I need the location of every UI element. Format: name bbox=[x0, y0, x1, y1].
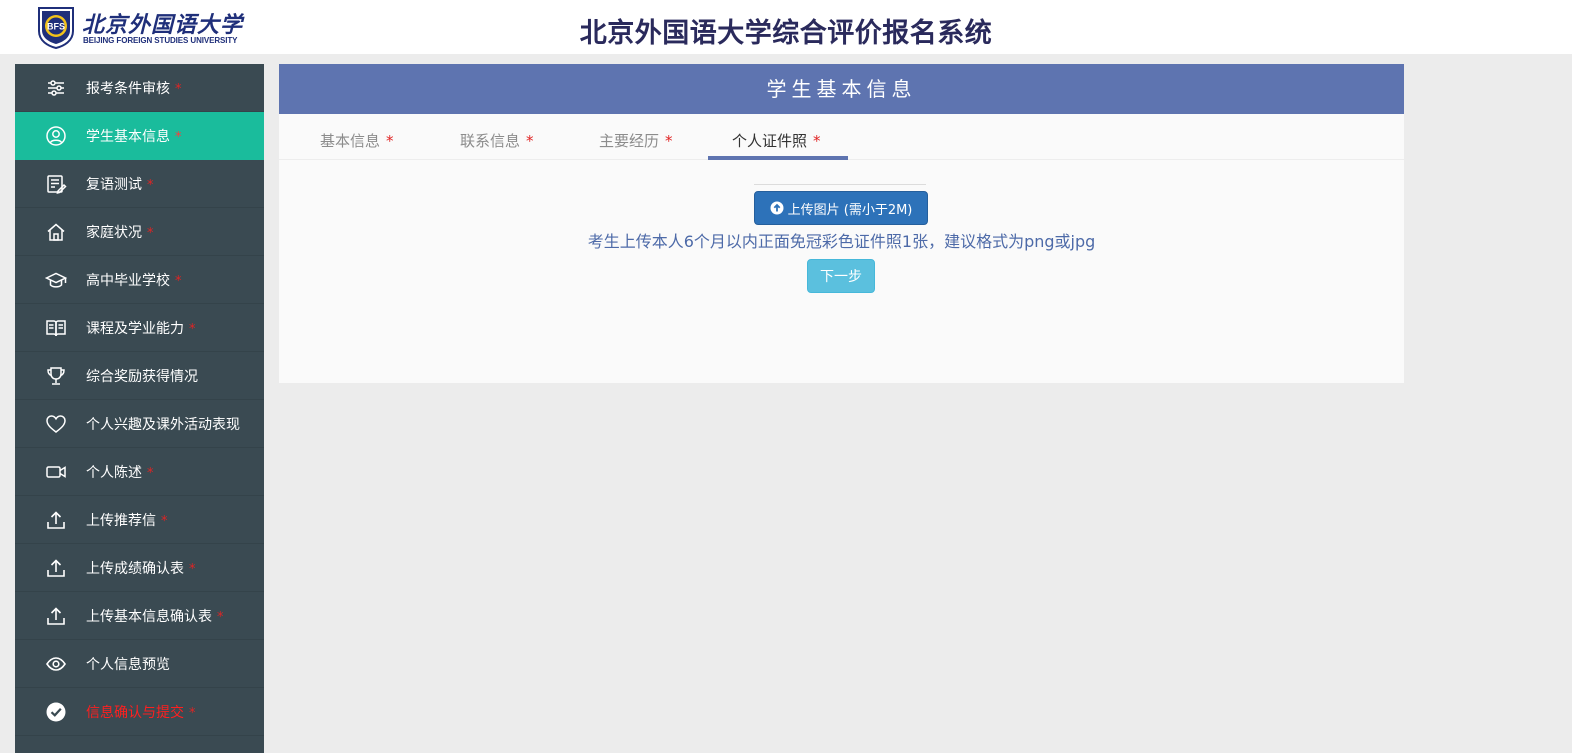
sidebar-item-personal-statement[interactable]: 个人陈述 * bbox=[15, 448, 264, 496]
tab-id-photo[interactable]: 个人证件照 * bbox=[732, 130, 821, 151]
required-mark: * bbox=[189, 322, 196, 337]
required-mark: * bbox=[526, 132, 534, 150]
sidebar-item-label: 综合奖励获得情况 bbox=[86, 369, 198, 385]
sidebar-item-label: 个人信息预览 bbox=[86, 657, 170, 673]
required-mark: * bbox=[386, 132, 394, 150]
next-step-button[interactable]: 下一步 bbox=[807, 259, 875, 293]
active-tab-indicator bbox=[708, 156, 848, 160]
sidebar-item-label: 报考条件审核 * bbox=[86, 81, 182, 97]
upload-button-label: 上传图片 (需小于2M) bbox=[787, 202, 913, 218]
sidebar-item-interests[interactable]: 个人兴趣及课外活动表现 bbox=[15, 400, 264, 448]
upload-hint-text: 考生上传本人6个月以内正面免冠彩色证件照1张，建议格式为png或jpg bbox=[587, 232, 1096, 251]
trophy-icon bbox=[45, 365, 67, 387]
top-header: BFS 北京外国语大学 BEIJING FOREIGN STUDIES UNIV… bbox=[0, 0, 1572, 54]
sidebar-item-high-school[interactable]: 高中毕业学校 * bbox=[15, 256, 264, 304]
required-mark: * bbox=[813, 132, 821, 150]
sidebar-item-label: 高中毕业学校 * bbox=[86, 273, 182, 289]
required-mark: * bbox=[147, 466, 154, 481]
graduation-cap-icon bbox=[45, 269, 67, 291]
required-mark: * bbox=[175, 274, 182, 289]
sidebar-item-awards[interactable]: 综合奖励获得情况 bbox=[15, 352, 264, 400]
tab-contact-info[interactable]: 联系信息 * bbox=[460, 130, 534, 151]
sidebar-item-label: 上传推荐信 * bbox=[86, 513, 168, 529]
check-circle-icon bbox=[45, 701, 67, 723]
sidebar-item-label: 上传基本信息确认表 * bbox=[86, 609, 224, 625]
video-icon bbox=[45, 461, 67, 483]
required-mark: * bbox=[175, 82, 182, 97]
book-icon bbox=[45, 317, 67, 339]
required-mark: * bbox=[189, 562, 196, 577]
home-icon bbox=[45, 221, 67, 243]
sidebar-item-label: 个人陈述 * bbox=[86, 465, 154, 481]
sidebar-item-preview[interactable]: 个人信息预览 bbox=[15, 640, 264, 688]
sidebar-item-family[interactable]: 家庭状况 * bbox=[15, 208, 264, 256]
sidebar-item-label: 复语测试 * bbox=[86, 177, 154, 193]
tab-bar: 基本信息 * 联系信息 * 主要经历 * 个人证件照 * bbox=[279, 114, 1404, 160]
required-mark: * bbox=[147, 178, 154, 193]
sidebar-item-student-info[interactable]: 学生基本信息 * bbox=[15, 112, 264, 160]
sidebar-item-upload-grades[interactable]: 上传成绩确认表 * bbox=[15, 544, 264, 592]
photo-preview-placeholder bbox=[754, 184, 926, 185]
upload-icon bbox=[45, 509, 67, 531]
tab-basic-info[interactable]: 基本信息 * bbox=[320, 130, 394, 151]
user-icon bbox=[45, 125, 67, 147]
sidebar-item-upload-basic-info[interactable]: 上传基本信息确认表 * bbox=[15, 592, 264, 640]
page-title: 北京外国语大学综合评价报名系统 bbox=[579, 18, 993, 49]
required-mark: * bbox=[161, 514, 168, 529]
required-mark: * bbox=[175, 130, 182, 145]
sidebar-item-label: 家庭状况 * bbox=[86, 225, 154, 241]
eye-icon bbox=[45, 653, 67, 675]
sidebar-item-label: 课程及学业能力 * bbox=[86, 321, 196, 337]
sidebar-item-label: 个人兴趣及课外活动表现 bbox=[86, 417, 240, 433]
upload-icon bbox=[45, 605, 67, 627]
upload-circle-icon bbox=[770, 201, 784, 215]
required-mark: * bbox=[665, 132, 673, 150]
sidebar-item-bilingual-test[interactable]: 复语测试 * bbox=[15, 160, 264, 208]
required-mark: * bbox=[217, 610, 224, 625]
tab-main-experience[interactable]: 主要经历 * bbox=[599, 130, 673, 151]
sidebar-item-eligibility-review[interactable]: 报考条件审核 * bbox=[15, 64, 264, 112]
upload-icon bbox=[45, 557, 67, 579]
heart-icon bbox=[45, 413, 67, 435]
sliders-icon bbox=[45, 77, 67, 99]
panel-title: 学生基本信息 bbox=[279, 64, 1404, 114]
sidebar-item-confirm-submit[interactable]: 信息确认与提交 * bbox=[15, 688, 264, 736]
sidebar-item-label: 信息确认与提交 * bbox=[86, 705, 196, 721]
student-info-panel: 学生基本信息 基本信息 * 联系信息 * 主要经历 * 个人证件照 * 上传图片 (需小… bbox=[279, 64, 1404, 383]
required-mark: * bbox=[189, 706, 196, 721]
required-mark: * bbox=[147, 226, 154, 241]
sidebar-nav: 报考条件审核 * 学生基本信息 * 复语测试 * 家庭状况 * 高中毕业学校 * 课程及学… bbox=[15, 64, 264, 753]
sidebar-item-label: 学生基本信息 * bbox=[86, 129, 182, 145]
sidebar-item-label: 上传成绩确认表 * bbox=[86, 561, 196, 577]
edit-document-icon bbox=[45, 173, 67, 195]
sidebar-item-upload-recommendation[interactable]: 上传推荐信 * bbox=[15, 496, 264, 544]
sidebar-item-courses[interactable]: 课程及学业能力 * bbox=[15, 304, 264, 352]
upload-photo-button[interactable]: 上传图片 (需小于2M) bbox=[754, 191, 928, 225]
